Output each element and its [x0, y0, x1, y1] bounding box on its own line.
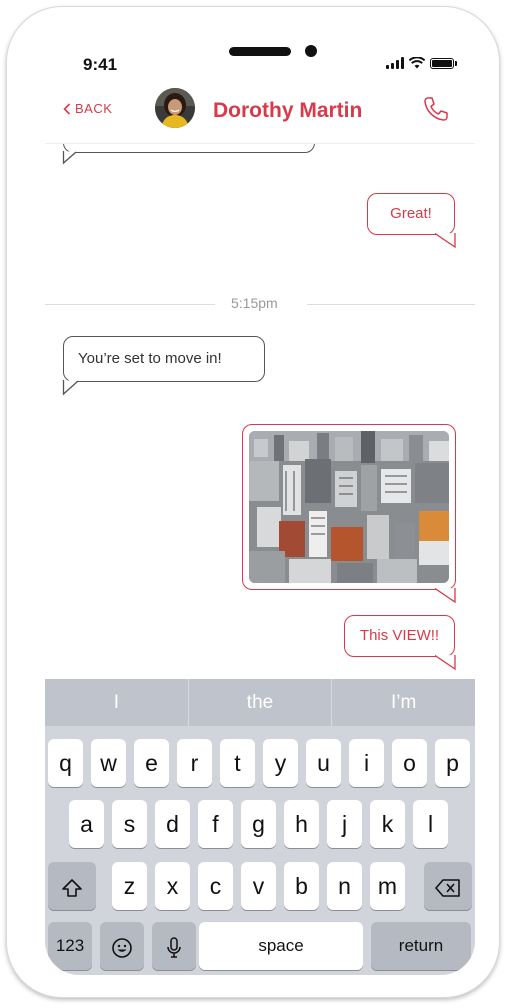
- key-t[interactable]: t: [220, 739, 255, 787]
- sent-message-bubble[interactable]: This VIEW!!: [344, 615, 455, 657]
- suggestion-bar: I the I’m: [45, 679, 475, 726]
- contact-name: Dorothy Martin: [213, 99, 363, 122]
- suggestion-3[interactable]: I’m: [332, 679, 475, 726]
- bubble-tail: [62, 380, 79, 396]
- key-g[interactable]: g: [241, 800, 276, 848]
- key-u[interactable]: u: [306, 739, 341, 787]
- status-bar: 9:41: [45, 35, 475, 79]
- space-key[interactable]: space: [199, 922, 363, 970]
- phone-frame: 9:41 BACK Dorothy Martin Great! 5:15pm Y…: [6, 6, 500, 998]
- battery-tip: [455, 60, 457, 66]
- bubble-tail: [435, 233, 456, 249]
- key-z[interactable]: z: [112, 862, 147, 910]
- key-r[interactable]: r: [177, 739, 212, 787]
- key-k[interactable]: k: [370, 800, 405, 848]
- status-time: 9:41: [83, 55, 118, 74]
- divider-line: [307, 304, 475, 305]
- city-photo: [249, 431, 449, 583]
- bubble-tail: [62, 151, 77, 165]
- bubble-tail: [435, 588, 456, 604]
- signal-icon: [386, 57, 404, 69]
- back-label: BACK: [75, 101, 113, 116]
- status-icons: [386, 57, 457, 69]
- back-button[interactable]: BACK: [63, 101, 112, 116]
- delete-key[interactable]: [424, 862, 472, 910]
- message-list[interactable]: Great! 5:15pm You’re set to move in! Thi…: [45, 143, 475, 679]
- screen: 9:41 BACK Dorothy Martin Great! 5:15pm Y…: [45, 35, 475, 975]
- phone-icon[interactable]: [421, 94, 451, 124]
- key-y[interactable]: y: [263, 739, 298, 787]
- received-bubble-partial: [63, 143, 315, 153]
- key-q[interactable]: q: [48, 739, 83, 787]
- key-x[interactable]: x: [155, 862, 190, 910]
- key-f[interactable]: f: [198, 800, 233, 848]
- key-w[interactable]: w: [91, 739, 126, 787]
- key-c[interactable]: c: [198, 862, 233, 910]
- key-h[interactable]: h: [284, 800, 319, 848]
- key-e[interactable]: e: [134, 739, 169, 787]
- chevron-left-icon: [63, 102, 71, 115]
- battery-icon: [430, 57, 454, 69]
- avatar[interactable]: [155, 88, 195, 128]
- key-o[interactable]: o: [392, 739, 427, 787]
- shift-key[interactable]: [48, 862, 96, 910]
- key-i[interactable]: i: [349, 739, 384, 787]
- camera-dot: [305, 45, 317, 57]
- key-m[interactable]: m: [370, 862, 405, 910]
- key-b[interactable]: b: [284, 862, 319, 910]
- received-message-bubble[interactable]: You’re set to move in!: [63, 336, 265, 382]
- wifi-icon: [409, 57, 425, 69]
- emoji-icon: [112, 938, 132, 958]
- emoji-key[interactable]: [100, 922, 144, 970]
- microphone-icon: [167, 937, 181, 958]
- key-v[interactable]: v: [241, 862, 276, 910]
- key-d[interactable]: d: [155, 800, 190, 848]
- received-message-text: You’re set to move in!: [78, 350, 222, 367]
- divider-line: [45, 304, 215, 305]
- numbers-key[interactable]: 123: [48, 922, 92, 970]
- key-p[interactable]: p: [435, 739, 470, 787]
- microphone-key[interactable]: [152, 922, 196, 970]
- suggestion-1[interactable]: I: [45, 679, 188, 726]
- backspace-icon: [435, 879, 460, 897]
- key-a[interactable]: a: [69, 800, 104, 848]
- keyboard: I the I’m q w e r t y u i o p a s d f g …: [45, 679, 475, 975]
- sent-message-text: Great!: [390, 205, 432, 222]
- key-l[interactable]: l: [413, 800, 448, 848]
- key-s[interactable]: s: [112, 800, 147, 848]
- speaker-notch: [229, 47, 291, 56]
- chat-header: BACK Dorothy Martin: [45, 83, 475, 144]
- return-key[interactable]: return: [371, 922, 471, 970]
- key-j[interactable]: j: [327, 800, 362, 848]
- bubble-tail: [435, 655, 456, 671]
- suggestion-2[interactable]: the: [189, 679, 332, 726]
- sent-message-text: This VIEW!!: [359, 627, 440, 644]
- sent-photo-bubble[interactable]: [242, 424, 456, 590]
- avatar-photo: [155, 88, 195, 128]
- timestamp: 5:15pm: [231, 295, 278, 311]
- key-n[interactable]: n: [327, 862, 362, 910]
- shift-icon: [62, 879, 82, 897]
- sent-message-bubble[interactable]: Great!: [367, 193, 455, 235]
